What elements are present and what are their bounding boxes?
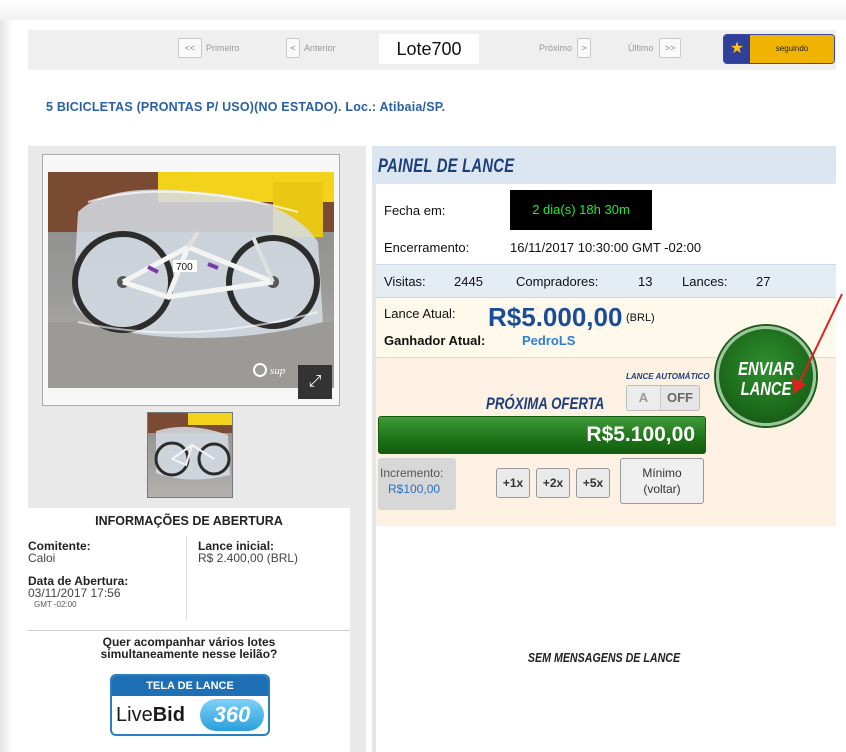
livebid-brand-bold: Bid bbox=[152, 704, 185, 726]
current-bid-currency: (BRL) bbox=[626, 312, 655, 324]
main-photo-frame: 700 sup ⤢ bbox=[42, 154, 340, 406]
opening-date-value: 03/11/2017 17:56 bbox=[28, 586, 121, 600]
main-photo[interactable]: 700 sup bbox=[48, 172, 334, 388]
livebid-brand-regular: Live bbox=[116, 704, 153, 726]
livebid-title: TELA DE LANCE bbox=[112, 676, 268, 696]
first-lot-button[interactable]: << bbox=[178, 38, 202, 58]
bid-panel-header: PAINEL DE LANCE bbox=[372, 146, 836, 184]
livebid-brand: LiveBid bbox=[116, 704, 185, 727]
next-offer-value: R$5.100,00 bbox=[586, 423, 695, 446]
multi-lot-question: Quer acompanhar vários lotes simultaneam… bbox=[48, 636, 330, 660]
question-line-2: simultaneamente nesse leilão? bbox=[100, 647, 278, 661]
follow-label: seguindo bbox=[750, 35, 834, 63]
bicycle-photo-illustration: 700 sup bbox=[48, 172, 334, 388]
bid-messages-area: SEM MENSAGENS DE LANCE bbox=[376, 526, 836, 752]
annotation-arrow-icon bbox=[792, 293, 843, 394]
consignor-value: Caloi bbox=[28, 551, 56, 565]
previous-lot-button[interactable]: < bbox=[286, 38, 300, 58]
info-divider bbox=[186, 536, 187, 620]
auto-bid-on[interactable]: A bbox=[627, 386, 661, 410]
star-icon: ★ bbox=[724, 35, 750, 63]
next-offer-bar: R$5.100,00 bbox=[378, 416, 706, 454]
closing-date-value: 16/11/2017 10:30:00 GMT -02:00 bbox=[510, 240, 702, 255]
lot-title: 5 BICICLETAS (PRONTAS P/ USO)(NO ESTADO)… bbox=[46, 100, 446, 114]
auto-bid-off[interactable]: OFF bbox=[661, 386, 699, 410]
next-lot-button[interactable]: > bbox=[577, 38, 591, 58]
info-separator bbox=[28, 630, 350, 631]
expand-icon[interactable]: ⤢ bbox=[298, 365, 332, 399]
livebid-button[interactable]: TELA DE LANCE LiveBid 360 bbox=[110, 674, 270, 736]
closing-date-label: Encerramento: bbox=[384, 240, 470, 255]
minimum-line-2: (voltar) bbox=[643, 482, 681, 496]
last-lot-button[interactable]: >> bbox=[659, 38, 681, 58]
current-bid-label: Lance Atual: bbox=[384, 306, 456, 321]
photo-watermark: sup bbox=[270, 365, 286, 377]
minimum-reset-button[interactable]: Mínimo (voltar) bbox=[620, 458, 704, 504]
thumbnail-illustration bbox=[148, 413, 232, 480]
increment-label: Incremento: bbox=[380, 466, 444, 480]
auto-bid-label: LANCE AUTOMÁTICO bbox=[626, 372, 710, 381]
bid-panel: PAINEL DE LANCE Fecha em: 2 dia(s) 18h 3… bbox=[372, 146, 836, 752]
initial-bid-value: R$ 2.400,00 (BRL) bbox=[198, 551, 299, 565]
buyers-label: Compradores: bbox=[516, 274, 599, 289]
closing-section: Fecha em: 2 dia(s) 18h 30m Encerramento:… bbox=[376, 184, 836, 264]
countdown-timer: 2 dia(s) 18h 30m bbox=[510, 190, 652, 230]
closes-in-label: Fecha em: bbox=[384, 203, 446, 218]
next-offer-label: PRÓXIMA OFERTA bbox=[486, 394, 605, 413]
photo-thumbnail[interactable] bbox=[147, 412, 233, 498]
visits-value: 2445 bbox=[454, 274, 483, 289]
visits-label: Visitas: bbox=[384, 274, 426, 289]
auto-bid-toggle[interactable]: A OFF bbox=[626, 385, 700, 411]
previous-lot-label[interactable]: Anterior bbox=[304, 43, 336, 53]
add-2x-button[interactable]: +2x bbox=[536, 468, 570, 498]
add-5x-button[interactable]: +5x bbox=[576, 468, 610, 498]
bid-panel-title: PAINEL DE LANCE bbox=[378, 156, 515, 177]
increment-value: R$100,00 bbox=[388, 482, 441, 496]
bids-value: 27 bbox=[756, 274, 771, 289]
lot-number: Lote700 bbox=[379, 34, 479, 64]
left-column: 700 sup ⤢ INFORMAÇÕES DE ABERTURA Comite… bbox=[28, 146, 366, 752]
bids-label: Lances: bbox=[682, 274, 728, 289]
lot-tag: 700 bbox=[176, 262, 193, 273]
winner-value[interactable]: PedroLS bbox=[522, 333, 575, 348]
opening-info-title: INFORMAÇÕES DE ABERTURA bbox=[95, 514, 283, 528]
follow-button[interactable]: ★ seguindo bbox=[723, 34, 835, 64]
first-lot-label[interactable]: Primeiro bbox=[206, 43, 240, 53]
current-bid-value: R$5.000,00 bbox=[488, 302, 623, 332]
opening-timezone: GMT -02:00 bbox=[34, 600, 77, 609]
opening-info-panel: INFORMAÇÕES DE ABERTURA Comitente: Caloi… bbox=[28, 508, 350, 752]
buyers-value: 13 bbox=[638, 274, 653, 289]
increment-box: Incremento: R$100,00 bbox=[378, 458, 456, 510]
livebid-360-badge: 360 bbox=[200, 699, 264, 731]
winner-label: Ganhador Atual: bbox=[384, 333, 486, 348]
frame-edge-top bbox=[0, 0, 846, 20]
stats-section: Visitas: 2445 Compradores: 13 Lances: 27 bbox=[376, 264, 836, 298]
minimum-line-1: Mínimo bbox=[642, 466, 682, 480]
last-lot-label[interactable]: Último bbox=[628, 43, 654, 53]
lot-navigation-bar: << Primeiro < Anterior Lote700 Próximo >… bbox=[28, 30, 836, 70]
no-messages-text: SEM MENSAGENS DE LANCE bbox=[527, 650, 681, 665]
frame-edge-left bbox=[0, 20, 12, 752]
livebid-logo: LiveBid 360 bbox=[112, 696, 268, 734]
add-1x-button[interactable]: +1x bbox=[496, 468, 530, 498]
page-frame: << Primeiro < Anterior Lote700 Próximo >… bbox=[0, 0, 846, 752]
next-lot-label[interactable]: Próximo bbox=[539, 43, 572, 53]
